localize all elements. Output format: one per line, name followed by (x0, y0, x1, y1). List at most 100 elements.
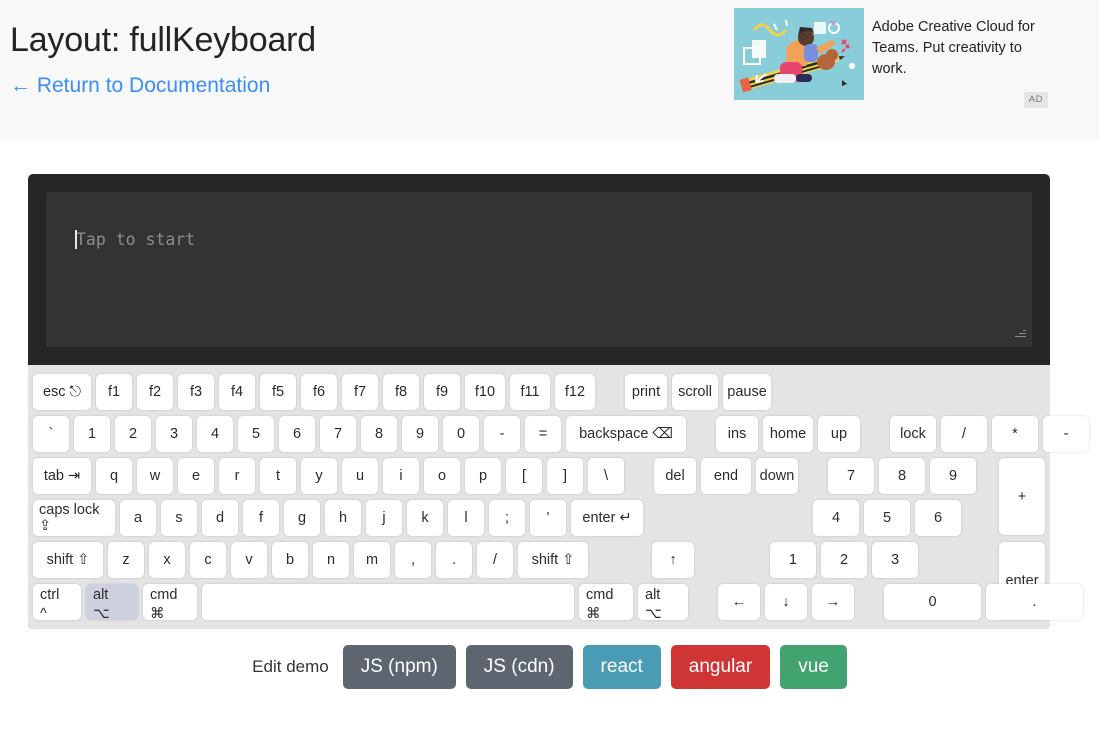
key-space[interactable]: ` (33, 416, 69, 452)
demo-button-js-cdn[interactable]: JS (cdn) (465, 645, 573, 689)
key-f10[interactable]: f10 (465, 374, 505, 410)
key-space[interactable]: ] (547, 458, 583, 494)
key-cmd[interactable]: cmd ⌘ (579, 584, 633, 622)
key-o[interactable]: o (424, 458, 460, 494)
key-down[interactable]: down (756, 458, 798, 494)
key-scroll[interactable]: scroll (672, 374, 718, 410)
key-7[interactable]: 7 (320, 416, 356, 452)
demo-button-vue[interactable]: vue (780, 645, 847, 689)
key-n[interactable]: n (313, 542, 349, 578)
key-ins[interactable]: ins (716, 416, 758, 452)
key-space[interactable]: ' (530, 500, 566, 536)
key-space[interactable]: . (436, 542, 472, 578)
key-3[interactable]: 3 (872, 542, 918, 578)
key-space[interactable]: ↓ (765, 584, 807, 620)
key-f6[interactable]: f6 (301, 374, 337, 410)
key-3[interactable]: 3 (156, 416, 192, 452)
key-9[interactable]: 9 (402, 416, 438, 452)
key-r[interactable]: r (219, 458, 255, 494)
key-6[interactable]: 6 (915, 500, 961, 536)
key-x[interactable]: x (149, 542, 185, 578)
key-space[interactable]: ; (489, 500, 525, 536)
key-space[interactable]: = (525, 416, 561, 452)
key-alt[interactable]: alt ⌥ (86, 584, 138, 622)
key-f8[interactable]: f8 (383, 374, 419, 410)
demo-button-react[interactable]: react (582, 645, 661, 689)
key-j[interactable]: j (366, 500, 402, 536)
key-v[interactable]: v (231, 542, 267, 578)
key-2[interactable]: 2 (115, 416, 151, 452)
key-g[interactable]: g (284, 500, 320, 536)
demo-button-js-npm[interactable]: JS (npm) (342, 645, 456, 689)
key-y[interactable]: y (301, 458, 337, 494)
key-5[interactable]: 5 (864, 500, 910, 536)
key-i[interactable]: i (383, 458, 419, 494)
key-caps-lock[interactable]: caps lock ⇪ (33, 500, 115, 536)
key-l[interactable]: l (448, 500, 484, 536)
key-del[interactable]: del (654, 458, 696, 494)
advertisement[interactable]: Adobe Creative Cloud for Teams. Put crea… (734, 8, 1066, 108)
key-space[interactable]: - (484, 416, 520, 452)
key-0[interactable]: 0 (443, 416, 479, 452)
key-4[interactable]: 4 (813, 500, 859, 536)
key-f11[interactable]: f11 (510, 374, 550, 410)
keyboard-text-input[interactable] (46, 192, 1032, 347)
key-space[interactable]: . (986, 584, 1083, 620)
key-9[interactable]: 9 (930, 458, 976, 494)
key-print[interactable]: print (625, 374, 667, 410)
key-q[interactable]: q (96, 458, 132, 494)
key-space[interactable]: → (812, 584, 854, 620)
key-d[interactable]: d (202, 500, 238, 536)
key-5[interactable]: 5 (238, 416, 274, 452)
key-space[interactable]: ← (718, 584, 760, 620)
key-space[interactable]: , (395, 542, 431, 578)
return-to-documentation-link[interactable]: ← Return to Documentation (10, 72, 270, 100)
key-8[interactable]: 8 (361, 416, 397, 452)
key-f3[interactable]: f3 (178, 374, 214, 410)
key-1[interactable]: 1 (74, 416, 110, 452)
key-4[interactable]: 4 (197, 416, 233, 452)
key-a[interactable]: a (120, 500, 156, 536)
key-enter[interactable]: enter ↵ (571, 500, 643, 536)
key-f9[interactable]: f9 (424, 374, 460, 410)
key-ctrl[interactable]: ctrl ^ (33, 584, 81, 622)
key-8[interactable]: 8 (879, 458, 925, 494)
key-f5[interactable]: f5 (260, 374, 296, 410)
key-b[interactable]: b (272, 542, 308, 578)
key-z[interactable]: z (108, 542, 144, 578)
key-space[interactable]: \ (588, 458, 624, 494)
key-shift[interactable]: shift ⇧ (518, 542, 588, 578)
key-7[interactable]: 7 (828, 458, 874, 494)
key-u[interactable]: u (342, 458, 378, 494)
key-f7[interactable]: f7 (342, 374, 378, 410)
key-pause[interactable]: pause (723, 374, 771, 410)
key-t[interactable]: t (260, 458, 296, 494)
key-k[interactable]: k (407, 500, 443, 536)
key-esc[interactable]: esc ⎋ (33, 374, 91, 410)
key-e[interactable]: e (178, 458, 214, 494)
key-space[interactable]: / (941, 416, 987, 452)
key-0[interactable]: 0 (884, 584, 981, 620)
key-f4[interactable]: f4 (219, 374, 255, 410)
key-space[interactable]: / (477, 542, 513, 578)
key-c[interactable]: c (190, 542, 226, 578)
virtual-keyboard[interactable]: esc ⎋ f1 f2 f3 f4 f5 f6 f7 f8 f9 f10 f11 f12 print scr… (28, 365, 1089, 629)
demo-button-angular[interactable]: angular (670, 645, 771, 689)
key-home[interactable]: home (763, 416, 813, 452)
key-space[interactable] (202, 584, 574, 620)
key-m[interactable]: m (354, 542, 390, 578)
key-p[interactable]: p (465, 458, 501, 494)
key-h[interactable]: h (325, 500, 361, 536)
key-space[interactable]: - (1043, 416, 1089, 452)
key-space[interactable]: [ (506, 458, 542, 494)
key-w[interactable]: w (137, 458, 173, 494)
key-s[interactable]: s (161, 500, 197, 536)
key-alt[interactable]: alt ⌥ (638, 584, 688, 622)
key-up[interactable]: up (818, 416, 860, 452)
key-end[interactable]: end (701, 458, 751, 494)
key-shift[interactable]: shift ⇧ (33, 542, 103, 578)
key-f2[interactable]: f2 (137, 374, 173, 410)
key-6[interactable]: 6 (279, 416, 315, 452)
key-backspace[interactable]: backspace ⌫ (566, 416, 686, 452)
key-2[interactable]: 2 (821, 542, 867, 578)
